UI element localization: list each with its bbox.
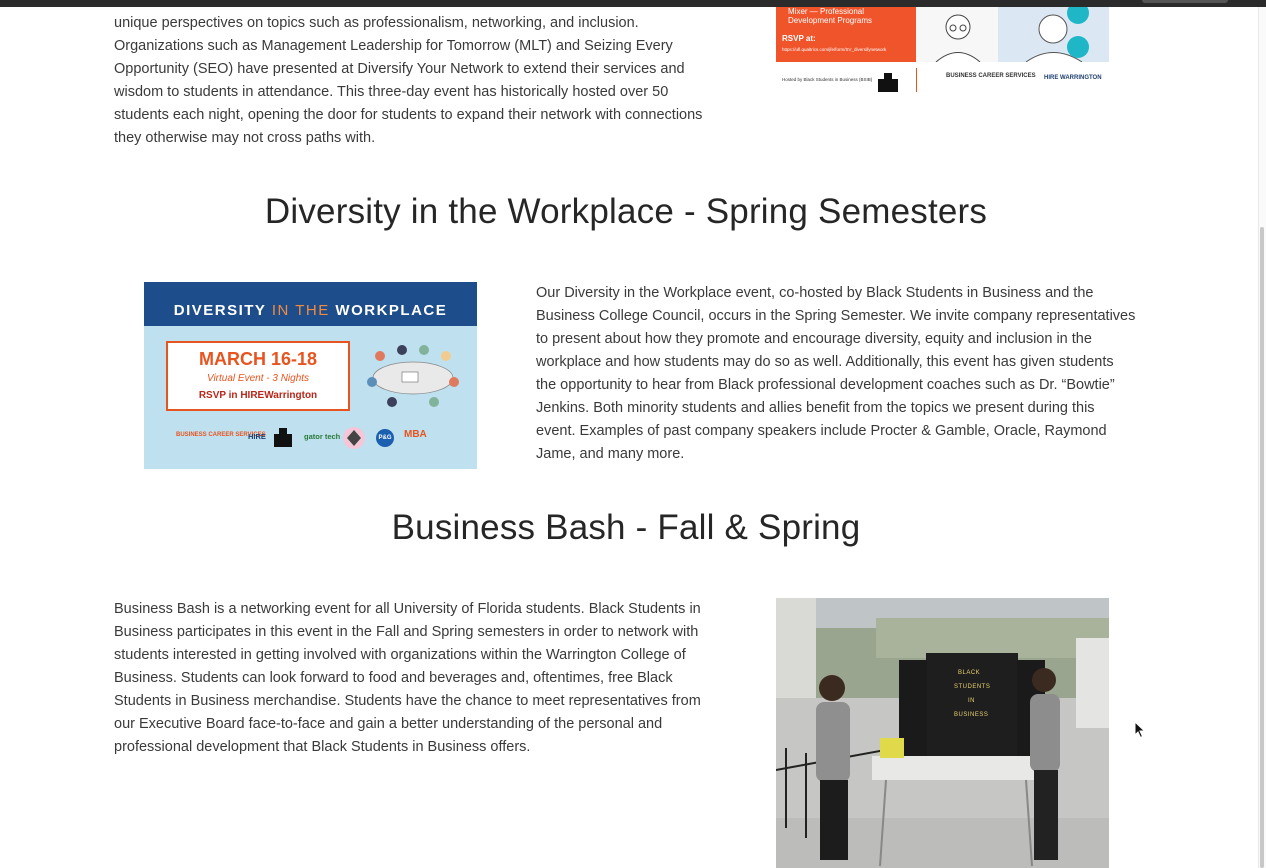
- sign-line-3: IN: [968, 698, 975, 704]
- mouse-cursor-icon: [1134, 721, 1146, 739]
- diversity-workplace-flyer: DIVERSITY IN THE WORKPLACE MARCH 16-18 V…: [144, 282, 477, 469]
- logo-diamond-icon: [343, 427, 365, 449]
- diversity-heading: Diversity in the Workplace - Spring Seme…: [264, 192, 988, 231]
- bsib-logo-icon: [878, 73, 898, 92]
- flyer-illustration-person-2: [998, 7, 1109, 63]
- flyer-illustration-person: [916, 7, 998, 63]
- flyer-hire-logo: HIRE WARRINGTON: [1044, 75, 1102, 81]
- person-illustration-icon: [916, 7, 998, 63]
- flyer-rsvp: RSVP at:: [782, 34, 816, 43]
- diversify-network-flyer: Mixer — Professional Development Program…: [776, 7, 1109, 96]
- flyer-rsvp-link: https://ufl.qualtrics.com/jfe/form/SV_di…: [782, 47, 887, 52]
- flyer-logos-row: Hosted by Black Students in Business (BS…: [776, 63, 1109, 96]
- sign-line-4: BUSINESS: [954, 712, 989, 718]
- scrollbar-thumb[interactable]: [1260, 227, 1264, 868]
- flyer-bcs-logo: BUSINESS CAREER SERVICES: [946, 73, 1036, 79]
- logo-gator-tech: gator tech: [304, 432, 341, 441]
- flyer-host-text: Hosted by Black Students in Business (BS…: [782, 77, 873, 82]
- event-date-box: MARCH 16-18 Virtual Event - 3 Nights RSV…: [166, 341, 350, 411]
- sign-line-2: STUDENTS: [954, 684, 991, 690]
- flyer-line-2: Development Programs: [788, 16, 873, 25]
- flyer-banner-title: DIVERSITY IN THE WORKPLACE: [144, 302, 477, 319]
- business-bash-paragraph: Business Bash is a networking event for …: [114, 601, 701, 755]
- flyer-line-1: Mixer — Professional: [788, 7, 865, 16]
- flyer-orange-panel: Mixer — Professional Development Program…: [776, 7, 916, 62]
- sign-line-1: BLACK: [958, 670, 981, 676]
- diversity-paragraph: Our Diversity in the Workplace event, co…: [536, 285, 1136, 462]
- browser-top-bar: [0, 0, 1266, 7]
- banner-word-in-the: IN THE: [271, 302, 330, 319]
- event-subtitle: Virtual Event - 3 Nights: [206, 373, 310, 384]
- business-bash-heading: Business Bash - Fall & Spring: [391, 508, 861, 547]
- sponsor-logos-row: BUSINESS CAREER SERVICES HIRE gator tech…: [172, 426, 452, 450]
- booth-photo-illustration: [776, 598, 1109, 868]
- intro-paragraph: unique perspectives on topics such as pr…: [114, 15, 703, 146]
- person-illustration-icon-2: [998, 7, 1109, 63]
- top-bar-pill: [1142, 0, 1228, 3]
- event-dates: MARCH 16-18: [198, 349, 318, 369]
- flyer-banner: DIVERSITY IN THE WORKPLACE: [144, 282, 477, 326]
- logo-hire: HIRE: [248, 432, 266, 441]
- logo-pg: P&G: [376, 429, 394, 447]
- banner-word-workplace: WORKPLACE: [335, 302, 448, 319]
- flyer-divider: [916, 68, 917, 92]
- business-bash-photo: BLACK STUDENTS IN BUSINESS: [776, 598, 1109, 868]
- event-rsvp: RSVP in HIREWarrington: [198, 390, 318, 401]
- logo-mba: MBA: [404, 429, 427, 440]
- vertical-scrollbar[interactable]: [1258, 7, 1266, 868]
- banner-word-diversity: DIVERSITY: [173, 302, 267, 319]
- meeting-table-illustration-icon: [367, 345, 459, 407]
- logo-bsib-icon: [274, 428, 292, 447]
